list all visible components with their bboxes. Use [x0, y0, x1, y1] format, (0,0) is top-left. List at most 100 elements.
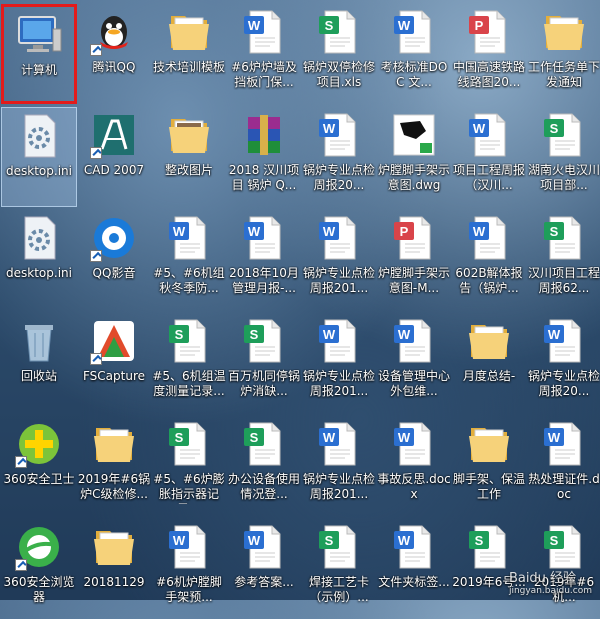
desktop-icon-word[interactable]: W 项目工程周报（汉川... [451, 107, 527, 207]
360safe-icon [15, 420, 63, 468]
desktop-icon-fscapture[interactable]: FSCapture [76, 313, 152, 413]
desktop-icon-label: 脚手架、保温工作 [452, 472, 525, 501]
svg-text:W: W [248, 533, 261, 548]
desktop-icon-folder[interactable]: 脚手架、保温工作 [451, 416, 527, 516]
desktop-icon-excel[interactable]: S #5、#6炉膨胀指示器记录... [151, 416, 227, 516]
shortcut-arrow-icon [15, 559, 27, 571]
desktop-icon-folder[interactable]: 技术培训模板 [151, 4, 227, 104]
desktop-icon-label: 月度总结- [462, 369, 516, 383]
folder-photo-icon [165, 111, 213, 159]
pdf-icon: P [465, 8, 513, 56]
desktop-icon-word[interactable]: W 锅炉专业点检周报201... [301, 313, 377, 413]
svg-text:W: W [398, 533, 411, 548]
word-icon: W [390, 523, 438, 571]
svg-text:S: S [325, 18, 334, 33]
desktop-icon-360safe[interactable]: 360安全卫士 [1, 416, 77, 516]
desktop-icon-word[interactable]: W 考核标准DOC 文... [376, 4, 452, 104]
desktop-icon-word[interactable]: W 锅炉专业点检周报201... [301, 210, 377, 310]
desktop-icon-360browser[interactable]: 360安全浏览器 [1, 519, 77, 619]
desktop-icon-label: 技术培训模板 [152, 60, 225, 74]
desktop-icon-word[interactable]: W 参考答案... [226, 519, 302, 619]
desktop-icon-label: 2018 汉川项目 锅炉 Q... [228, 163, 300, 192]
desktop-icon-excel[interactable]: S 办公设备使用情况登... [226, 416, 302, 516]
folder-icon [540, 8, 588, 56]
svg-text:W: W [323, 121, 336, 136]
desktop-icon-label: 炉膛脚手架示意图.dwg [377, 163, 450, 192]
desktop-icon-rar[interactable]: 2018 汉川项目 锅炉 Q... [226, 107, 302, 207]
word-icon: W [315, 420, 363, 468]
desktop-icon-word[interactable]: W #6炉炉墙及挡板门保... [226, 4, 302, 104]
desktop-icon-folder[interactable]: 月度总结- [451, 313, 527, 413]
word-icon: W [315, 317, 363, 365]
desktop-icon-label: 锅炉专业点检周报201... [302, 369, 375, 398]
desktop-icon-word[interactable]: W #5、#6机组秋冬季防... [151, 210, 227, 310]
excel-icon: S [165, 420, 213, 468]
excel-icon: S [540, 111, 588, 159]
desktop-icon-ini[interactable]: desktop.ini [1, 210, 77, 310]
ini-icon [15, 112, 63, 160]
word-icon: W [315, 111, 363, 159]
desktop-icon-cad[interactable]: CAD 2007 [76, 107, 152, 207]
svg-text:W: W [248, 18, 261, 33]
desktop-icon-excel[interactable]: S 百万机同停锅炉消缺... [226, 313, 302, 413]
excel-icon: S [315, 8, 363, 56]
desktop-icon-folder-photo[interactable]: 整改图片 [151, 107, 227, 207]
desktop-icon-label: 百万机同停锅炉消缺... [227, 369, 300, 398]
svg-text:S: S [550, 224, 559, 239]
shortcut-arrow-icon [90, 353, 102, 365]
svg-text:S: S [550, 121, 559, 136]
svg-text:W: W [173, 224, 186, 239]
desktop-icon-label: 360安全浏览器 [3, 575, 75, 604]
excel-icon: S [315, 523, 363, 571]
desktop-icon-ini[interactable]: desktop.ini [1, 107, 77, 207]
desktop-icon-label: 项目工程周报（汉川... [452, 163, 525, 192]
desktop-icon-word[interactable]: W 设备管理中心外包维... [376, 313, 452, 413]
desktop-icon-excel[interactable]: S 湖南火电汉川项目部... [526, 107, 600, 207]
shortcut-arrow-icon [15, 456, 27, 468]
desktop-icon-label: #5、6机组温度测量记录... [152, 369, 226, 398]
desktop-icon-label: desktop.ini [6, 266, 72, 280]
excel-icon: S [540, 523, 588, 571]
svg-text:W: W [473, 224, 486, 239]
desktop-icon-label: 锅炉专业点检周报201... [302, 266, 375, 295]
desktop-icon-pdf[interactable]: P 炉膛脚手架示意图-M... [376, 210, 452, 310]
desktop-icon-computer[interactable]: 计算机 [1, 4, 77, 104]
desktop-icon-pdf[interactable]: P 中国高速铁路线路图20... [451, 4, 527, 104]
desktop-icon-word[interactable]: W #6机炉膛脚手架预... [151, 519, 227, 619]
desktop-icon-excel[interactable]: S 汉川项目工程周报62... [526, 210, 600, 310]
desktop-icon-word[interactable]: W 文件夹标签... [376, 519, 452, 619]
desktop-icon-word[interactable]: W 事故反思.docx [376, 416, 452, 516]
desktop-icon-qqplayer[interactable]: QQ影音 [76, 210, 152, 310]
desktop-icon-word[interactable]: W 热处理证件.doc [526, 416, 600, 516]
desktop-icon-folder[interactable]: 2019年#6锅炉C级检修... [76, 416, 152, 516]
shortcut-arrow-icon [90, 147, 102, 159]
shortcut-arrow-icon [90, 250, 102, 262]
desktop-icon-folder[interactable]: 工作任务单下发通知 [526, 4, 600, 104]
desktop-icon-folder[interactable]: 20181129 [76, 519, 152, 619]
word-icon: W [240, 214, 288, 262]
desktop-icon-word[interactable]: W 锅炉专业点检周报201... [301, 416, 377, 516]
excel-icon: S [240, 317, 288, 365]
desktop-icon-label: 602B解体报告（锅炉... [455, 266, 523, 295]
desktop-icon-word[interactable]: W 2018年10月管理月报-... [226, 210, 302, 310]
word-icon: W [465, 214, 513, 262]
desktop-icon-label: 回收站 [20, 369, 57, 383]
desktop-icon-excel[interactable]: S #5、6机组温度测量记录... [151, 313, 227, 413]
desktop-icon-recycle[interactable]: 回收站 [1, 313, 77, 413]
desktop-icon-word[interactable]: W 锅炉专业点检周报20... [526, 313, 600, 413]
desktop-icon-word[interactable]: W 锅炉专业点检周报20... [301, 107, 377, 207]
desktop-icon-word[interactable]: W 602B解体报告（锅炉... [451, 210, 527, 310]
desktop-icon-label: 炉膛脚手架示意图-M... [377, 266, 450, 295]
desktop-icon-label: 考核标准DOC 文... [380, 60, 448, 89]
desktop-icon-excel[interactable]: S 焊接工艺卡（示例）... [301, 519, 377, 619]
desktop-icon-dwg[interactable]: 炉膛脚手架示意图.dwg [376, 107, 452, 207]
desktop-icon-excel[interactable]: S 锅炉双停检修项目.xls [301, 4, 377, 104]
desktop-icon-label: desktop.ini [6, 164, 72, 178]
svg-text:W: W [173, 533, 186, 548]
watermark-text: Baidu 经验 [508, 571, 577, 586]
word-icon: W [390, 420, 438, 468]
desktop-icon-label: 锅炉专业点检周报20... [527, 369, 600, 398]
svg-text:W: W [473, 121, 486, 136]
cad-icon [90, 111, 138, 159]
desktop-icon-qq[interactable]: 腾讯QQ [76, 4, 152, 104]
